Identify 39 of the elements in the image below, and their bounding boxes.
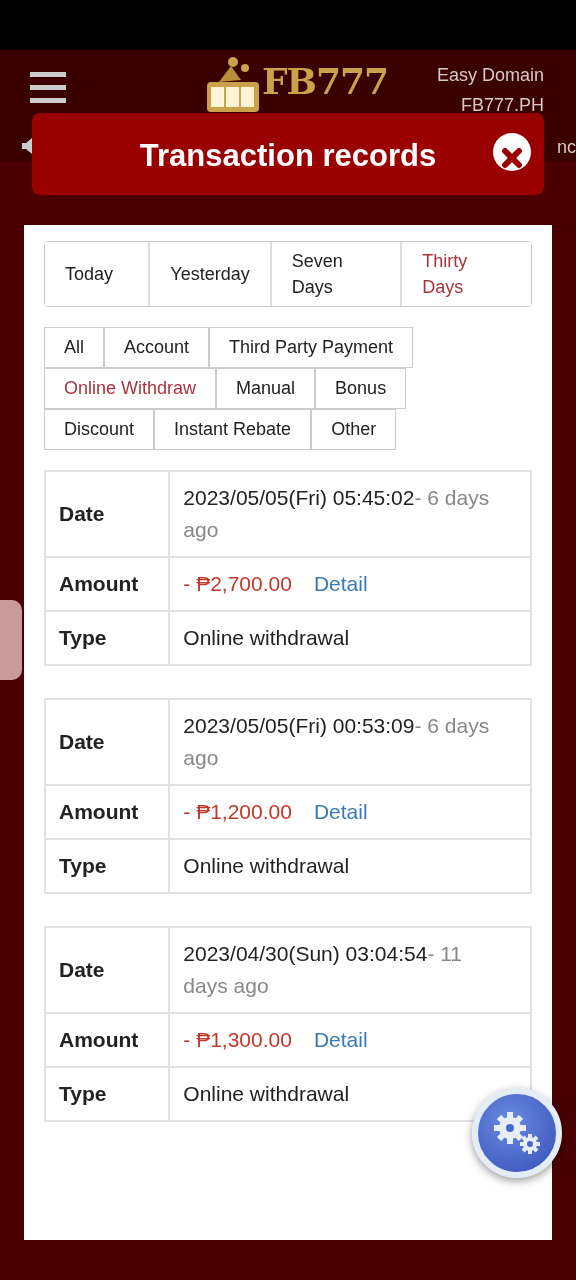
menu-icon[interactable]	[30, 72, 66, 104]
field-label: Type	[45, 839, 170, 893]
date-cell: 2023/04/30(Sun) 03:04:54- 11 days ago	[169, 927, 531, 1013]
filter-tab[interactable]: Third Party Payment	[209, 327, 414, 368]
filter-tab[interactable]: Discount	[44, 409, 155, 450]
close-button[interactable]	[493, 133, 531, 171]
date-cell: 2023/05/05(Fri) 05:45:02- 6 days ago	[169, 471, 531, 557]
amount-text: - ₱1,300.00	[183, 1028, 292, 1051]
field-label: Amount	[45, 785, 170, 839]
side-tab[interactable]	[0, 600, 22, 680]
amount-text: - ₱2,700.00	[183, 572, 292, 595]
field-label: Date	[45, 699, 170, 785]
filter-tab[interactable]: Online Withdraw	[44, 368, 217, 409]
date-cell: 2023/05/05(Fri) 00:53:09- 6 days ago	[169, 699, 531, 785]
domain-text: FB777.PH	[459, 94, 544, 117]
type-cell: Online withdrawal	[169, 611, 531, 665]
detail-link[interactable]: Detail	[313, 800, 368, 823]
field-label: Amount	[45, 557, 170, 611]
logo-text: FB777	[262, 60, 389, 102]
field-label: Type	[45, 1067, 170, 1121]
marquee-text: nc	[557, 136, 576, 159]
field-label: Type	[45, 611, 170, 665]
slot-machine-icon	[205, 54, 261, 112]
filter-tab[interactable]: Other	[311, 409, 397, 450]
modal-title: Transaction records	[139, 137, 437, 175]
detail-link[interactable]: Detail	[313, 1028, 368, 1051]
filter-tab[interactable]: Account	[104, 327, 210, 368]
field-label: Amount	[45, 1013, 170, 1067]
field-label: Date	[45, 927, 170, 1013]
filter-tab[interactable]: Bonus	[315, 368, 407, 409]
filter-tab[interactable]: Manual	[216, 368, 316, 409]
filter-tab[interactable]: Instant Rebate	[154, 409, 312, 450]
type-cell: Online withdrawal	[169, 839, 531, 893]
filter-tab[interactable]: All	[44, 327, 104, 368]
detail-link[interactable]: Detail	[313, 572, 368, 595]
field-label: Date	[45, 471, 170, 557]
domain-label: Easy Domain	[436, 64, 544, 87]
period-tab[interactable]: Today	[45, 242, 151, 306]
amount-text: - ₱1,200.00	[183, 800, 292, 823]
